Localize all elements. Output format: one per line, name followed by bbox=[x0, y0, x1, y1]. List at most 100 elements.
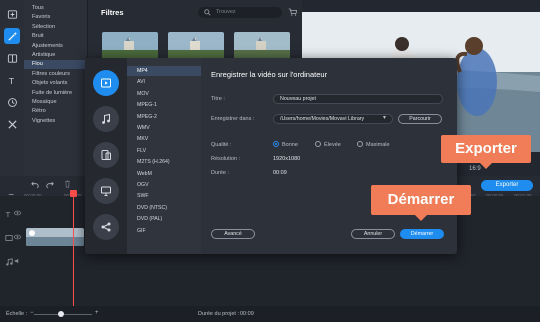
title-input[interactable]: Nouveau projet bbox=[273, 94, 443, 104]
category-item[interactable]: Filtres couleurs bbox=[24, 70, 88, 79]
device-destination[interactable] bbox=[93, 142, 119, 168]
svg-text:T: T bbox=[5, 210, 11, 218]
category-item[interactable]: Fuite de lumière bbox=[24, 89, 88, 98]
stickers-tool-button[interactable] bbox=[4, 94, 20, 110]
format-item[interactable]: MKV bbox=[127, 134, 201, 144]
format-item[interactable]: DVD (NTSC) bbox=[127, 203, 201, 213]
category-item[interactable]: Vignettes bbox=[24, 117, 88, 126]
quality-label: Qualité : bbox=[211, 142, 232, 148]
format-item[interactable]: MPEG-1 bbox=[127, 100, 201, 110]
format-item[interactable]: FLV bbox=[127, 146, 201, 156]
playhead[interactable] bbox=[73, 190, 74, 306]
import-icon bbox=[7, 9, 17, 19]
eye-icon[interactable] bbox=[14, 210, 21, 216]
export-callout: Exporter bbox=[441, 135, 531, 169]
music-track-icon bbox=[6, 258, 13, 266]
magic-wand-icon bbox=[7, 31, 17, 41]
format-item[interactable]: AVI bbox=[127, 77, 201, 87]
category-item[interactable]: Favoris bbox=[24, 13, 88, 22]
shopping-cart-icon[interactable] bbox=[288, 8, 297, 16]
category-item[interactable]: Artistique bbox=[24, 51, 88, 60]
undo-icon[interactable] bbox=[31, 181, 39, 188]
format-item[interactable]: WebM bbox=[127, 169, 201, 179]
save-in-label: Enregistrer dans : bbox=[211, 116, 255, 122]
clock-icon bbox=[7, 97, 17, 107]
transitions-tool-button[interactable] bbox=[4, 50, 20, 66]
quality-option-high: Élevée bbox=[324, 142, 341, 148]
aspect-ratio-label[interactable]: 16:9 bbox=[469, 166, 481, 172]
format-item[interactable]: SWF bbox=[127, 191, 201, 201]
zoom-out-icon[interactable]: − bbox=[30, 310, 34, 316]
category-item[interactable]: Ajustements bbox=[24, 42, 88, 51]
zoom-slider-handle[interactable] bbox=[58, 311, 64, 317]
music-note-icon bbox=[102, 113, 110, 124]
tv-destination[interactable] bbox=[93, 178, 119, 204]
format-list: MP4 AVI MOV MPEG-1 MPEG-2 WMV MKV FLV M2TS (H.26… bbox=[127, 58, 201, 254]
zoom-in-icon[interactable]: + bbox=[95, 310, 99, 316]
audio-destination[interactable] bbox=[93, 106, 119, 132]
category-item[interactable]: Rétro bbox=[24, 107, 88, 116]
format-item[interactable]: OGV bbox=[127, 180, 201, 190]
speaker-icon[interactable] bbox=[14, 258, 21, 264]
share-icon bbox=[101, 222, 111, 232]
import-tool-button[interactable] bbox=[4, 6, 20, 22]
format-item[interactable]: M2TS (H.264) bbox=[127, 157, 201, 167]
category-item[interactable]: Sélection bbox=[24, 23, 88, 32]
save-path-input[interactable]: /Users/home/Movies/Movavi Library bbox=[273, 114, 393, 124]
category-item[interactable]: Tous bbox=[24, 4, 88, 13]
transitions-icon bbox=[7, 53, 17, 63]
quality-radio-good[interactable] bbox=[273, 141, 279, 147]
project-duration-label: Durée du projet : bbox=[198, 311, 239, 317]
export-button[interactable]: Exporter bbox=[481, 180, 533, 191]
browse-button[interactable]: Parcourir bbox=[398, 114, 442, 124]
cancel-button[interactable]: Annuler bbox=[351, 229, 395, 239]
category-item[interactable]: Bruit bbox=[24, 32, 88, 41]
video-clip[interactable] bbox=[26, 228, 84, 246]
format-item[interactable]: WMV bbox=[127, 123, 201, 133]
export-destination-rail bbox=[85, 58, 127, 254]
monitor-icon bbox=[101, 186, 111, 196]
titles-tool-button[interactable]: T bbox=[4, 72, 20, 88]
start-button[interactable]: Démarrer bbox=[400, 229, 444, 239]
filters-tool-button[interactable] bbox=[4, 28, 20, 44]
duration-value: 00:09 bbox=[273, 170, 287, 176]
more-tools-button[interactable] bbox=[4, 116, 20, 132]
filters-title: Filtres bbox=[101, 8, 124, 17]
format-item[interactable]: DVD (PAL) bbox=[127, 214, 201, 224]
category-item[interactable]: Flou bbox=[24, 60, 88, 70]
filter-category-list: Tous Favoris Sélection Bruit Ajustements Arti… bbox=[24, 0, 88, 190]
export-dialog: MP4 AVI MOV MPEG-1 MPEG-2 WMV MKV FLV M2TS (H.26… bbox=[85, 58, 457, 254]
advanced-button[interactable]: Avancé bbox=[211, 229, 255, 239]
format-item[interactable]: GIF bbox=[127, 226, 201, 236]
tools-rail: T bbox=[0, 0, 24, 190]
start-callout: Démarrer bbox=[371, 185, 471, 221]
scale-label: Échelle : bbox=[6, 311, 28, 317]
tablet-icon bbox=[101, 150, 111, 160]
eye-icon[interactable] bbox=[14, 234, 21, 240]
title-label: Titre : bbox=[211, 96, 225, 102]
play-icon bbox=[101, 78, 111, 88]
dialog-title: Enregistrer la vidéo sur l'ordinateur bbox=[211, 70, 328, 79]
category-item[interactable]: Mosaïque bbox=[24, 98, 88, 107]
resolution-value: 1920x1080 bbox=[273, 156, 301, 162]
chevron-down-icon[interactable]: ▾ bbox=[383, 114, 386, 121]
status-bar: Échelle : − + Durée du projet : 00:09 bbox=[0, 306, 540, 322]
trash-icon[interactable] bbox=[64, 180, 71, 188]
format-item[interactable]: MPEG-2 bbox=[127, 112, 201, 122]
title-track-icon: T bbox=[5, 210, 11, 218]
format-item[interactable]: MOV bbox=[127, 89, 201, 99]
resolution-label: Résolution : bbox=[211, 156, 241, 162]
duration-label: Durée : bbox=[211, 170, 230, 176]
search-icon bbox=[204, 9, 211, 16]
svg-text:T: T bbox=[7, 76, 14, 86]
quality-radio-max[interactable] bbox=[357, 141, 363, 147]
playhead-handle[interactable] bbox=[70, 190, 77, 197]
format-item[interactable]: MP4 bbox=[127, 66, 201, 76]
video-file-destination[interactable] bbox=[93, 70, 119, 96]
redo-icon[interactable] bbox=[46, 181, 54, 188]
quality-option-good: Bonne bbox=[282, 142, 298, 148]
category-item[interactable]: Objets volants bbox=[24, 79, 88, 88]
titles-icon: T bbox=[7, 76, 14, 86]
quality-radio-high[interactable] bbox=[315, 141, 321, 147]
share-destination[interactable] bbox=[93, 214, 119, 240]
